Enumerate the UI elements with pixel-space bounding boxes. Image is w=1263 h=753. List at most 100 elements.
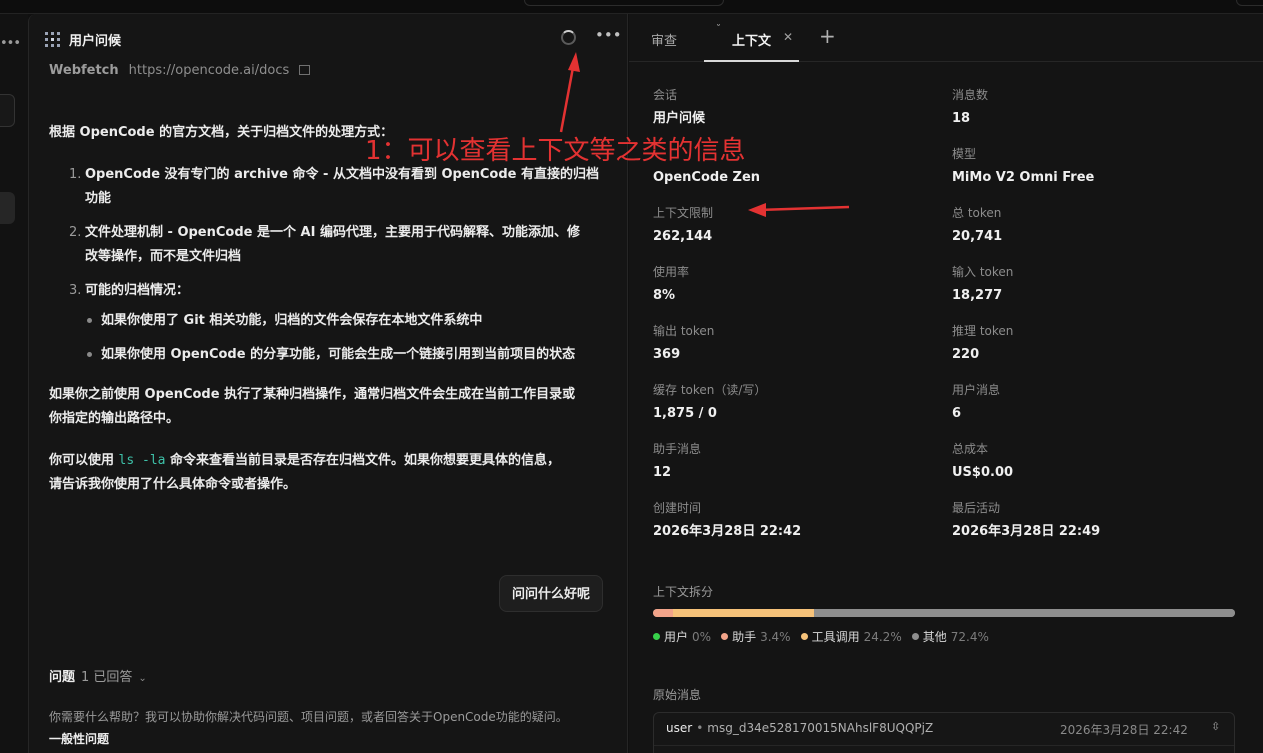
raw-message-item[interactable]: user • msg_d34e528170015NAhslF8UQQPjZ 2026… bbox=[653, 712, 1235, 753]
rail-item-active[interactable] bbox=[0, 192, 15, 224]
breakdown-title: 上下文拆分 bbox=[653, 585, 714, 599]
paragraph-line: 你指定的输出路径中。 bbox=[49, 411, 180, 426]
tab-review[interactable]: 审查 bbox=[651, 30, 677, 49]
stat-model: 模型 MiMo V2 Omni Free bbox=[952, 146, 1094, 186]
stat-assistant-messages: 助手消息 12 bbox=[653, 441, 701, 481]
chevron-down-icon[interactable]: ⌄ bbox=[138, 673, 146, 684]
list-item-line: 可能的归档情况： bbox=[85, 283, 190, 298]
raw-messages-title: 原始消息 bbox=[653, 688, 702, 702]
webfetch-url[interactable]: https://opencode.ai/docs bbox=[129, 63, 290, 78]
context-panel: 审查 ˘ 上下文 ✕ + 会话 用户问候 消息数 18 OpenCode Zen 模… bbox=[629, 14, 1263, 753]
legend-item: 工具调用 24.2% bbox=[800, 630, 902, 644]
stat-value: 用户问候 bbox=[653, 111, 706, 126]
list-number: 1. bbox=[69, 167, 82, 182]
para2-post: 命令来查看当前目录是否存在归档文件。如果你想要更具体的信息， bbox=[170, 453, 561, 468]
stat-created: 创建时间 2026年3月28日 22:42 bbox=[653, 500, 801, 540]
expand-toggle-icon[interactable]: ⇳ bbox=[1211, 720, 1220, 733]
question-count: 1 已回答 bbox=[81, 670, 133, 685]
user-message-bubble[interactable]: 问问什么好呢 bbox=[499, 575, 604, 612]
stat-value: 369 bbox=[653, 347, 681, 362]
breakdown-segment bbox=[653, 609, 673, 617]
divider bbox=[654, 745, 1234, 746]
paragraph-line: 你可以使用 ls -la 命令来查看当前目录是否存在归档文件。如果你想要更具体的… bbox=[49, 450, 560, 471]
stat-cache-token: 缓存 token（读/写） 1,875 / 0 bbox=[653, 382, 766, 422]
legend-dot bbox=[800, 633, 808, 640]
raw-message-row[interactable]: user • msg_d34e528170015NAhslF8UQQPjZ 2026… bbox=[666, 720, 1224, 737]
more-options-icon[interactable]: ••• bbox=[595, 26, 622, 44]
add-tab-icon[interactable]: + bbox=[819, 24, 836, 48]
stat-key: 创建时间 bbox=[653, 501, 702, 515]
stat-total-token: 总 token 20,741 bbox=[952, 205, 1002, 245]
stat-key: 总 token bbox=[952, 206, 1002, 220]
legend-label: 工具调用 bbox=[811, 630, 860, 644]
stat-last-activity: 最后活动 2026年3月28日 22:49 bbox=[952, 500, 1100, 540]
question-label: 问题 bbox=[49, 670, 76, 685]
stat-key: 消息数 bbox=[952, 88, 989, 102]
stat-value: 8% bbox=[653, 288, 676, 303]
stat-key: 模型 bbox=[952, 147, 977, 161]
paragraph-line: 如果你之前使用 OpenCode 执行了某种归档操作，通常归档文件会生成在当前工… bbox=[49, 387, 576, 402]
legend-percent: 0% bbox=[692, 630, 712, 644]
stat-value: 1,875 / 0 bbox=[653, 406, 717, 421]
breakdown-segment bbox=[813, 609, 1235, 617]
stat-usage: 使用率 8% bbox=[653, 264, 689, 304]
stat-reasoning-token: 推理 token 220 bbox=[952, 323, 1013, 363]
stat-key: 最后活动 bbox=[952, 501, 1001, 515]
list-item-line: 文件处理机制 - OpenCode 是一个 AI 编码代理，主要用于代码解释、功… bbox=[85, 225, 580, 240]
stat-value: 262,144 bbox=[653, 229, 713, 244]
raw-message-time: 2026年3月28日 22:42 bbox=[1060, 723, 1188, 737]
tab-context[interactable]: ˘ 上下文 ✕ bbox=[704, 22, 799, 62]
bullet-item: 如果你使用了 Git 相关功能，归档的文件会保存在本地文件系统中 bbox=[101, 313, 483, 328]
paragraph-line: 请告诉我你使用了什么具体命令或者操作。 bbox=[49, 477, 297, 492]
stat-key: 用户消息 bbox=[952, 383, 1001, 397]
stat-context-limit: 上下文限制 262,144 bbox=[653, 205, 713, 245]
stat-value: OpenCode Zen bbox=[653, 170, 761, 185]
stat-key: 助手消息 bbox=[653, 442, 702, 456]
bullet-item: 如果你使用 OpenCode 的分享功能，可能会生成一个链接引用到当前项目的状态 bbox=[101, 347, 576, 362]
legend-item: 用户 0% bbox=[653, 630, 711, 644]
stat-total-cost: 总成本 US$0.00 bbox=[952, 441, 1013, 481]
question-toggle[interactable]: 问题 1 已回答 ⌄ bbox=[49, 666, 147, 685]
webfetch-tool-row[interactable]: Webfetch https://opencode.ai/docs bbox=[49, 60, 311, 81]
bullet-dot bbox=[87, 352, 92, 357]
tab-context-label: 上下文 bbox=[732, 34, 772, 49]
intro-text: 根据 OpenCode 的官方文档，关于归档文件的处理方式： bbox=[49, 125, 394, 140]
stat-value: 220 bbox=[952, 347, 980, 362]
stat-user-messages: 用户消息 6 bbox=[952, 382, 1000, 422]
top-tab-outline-right[interactable] bbox=[1236, 0, 1263, 6]
raw-message-role: user bbox=[666, 721, 693, 735]
stat-value: 6 bbox=[952, 406, 962, 421]
para2-pre: 你可以使用 bbox=[49, 453, 115, 468]
stat-key: 输出 token bbox=[653, 324, 715, 338]
stat-key: 输入 token bbox=[952, 265, 1014, 279]
rail-item[interactable] bbox=[0, 94, 15, 127]
stat-value: 2026年3月28日 22:49 bbox=[952, 524, 1101, 539]
rail-more-icon[interactable]: ••• bbox=[0, 36, 21, 51]
chat-title: 用户问候 bbox=[69, 34, 122, 49]
legend-percent: 24.2% bbox=[863, 630, 902, 644]
close-tab-icon[interactable]: ✕ bbox=[783, 30, 793, 44]
stat-key: 会话 bbox=[653, 88, 678, 102]
legend-percent: 3.4% bbox=[760, 630, 791, 644]
external-link-icon[interactable] bbox=[299, 65, 311, 75]
question-general: 一般性问题 bbox=[49, 732, 110, 746]
breakdown-segment bbox=[672, 609, 814, 617]
loading-spinner-icon bbox=[561, 30, 576, 45]
context-breakdown-bar bbox=[653, 609, 1235, 617]
legend-label: 其他 bbox=[922, 630, 947, 644]
separator-dot: • bbox=[696, 721, 704, 735]
stat-key: 使用率 bbox=[653, 265, 690, 279]
drag-handle-icon: ˘ bbox=[716, 24, 721, 35]
legend-item: 助手 3.4% bbox=[721, 630, 791, 644]
panel-tabbar: 审查 ˘ 上下文 ✕ + bbox=[629, 14, 1263, 62]
raw-message-id: msg_d34e528170015NAhslF8UQQPjZ bbox=[707, 721, 934, 735]
breakdown-legend: 用户 0% 助手 3.4% 工具调用 24.2% 其他 72.4% bbox=[653, 628, 999, 645]
legend-dot bbox=[721, 633, 729, 640]
list-item-line: 改等操作，而不是文件归档 bbox=[85, 249, 242, 264]
legend-dot bbox=[653, 633, 660, 640]
top-tab-outline[interactable] bbox=[524, 0, 724, 6]
stat-key: 缓存 token（读/写） bbox=[653, 383, 767, 397]
stat-value: MiMo V2 Omni Free bbox=[952, 170, 1095, 185]
stat-value: US$0.00 bbox=[952, 465, 1014, 480]
question-help-text: 你需要什么帮助？我可以协助你解决代码问题、项目问题，或者回答关于OpenCode… bbox=[49, 710, 568, 724]
